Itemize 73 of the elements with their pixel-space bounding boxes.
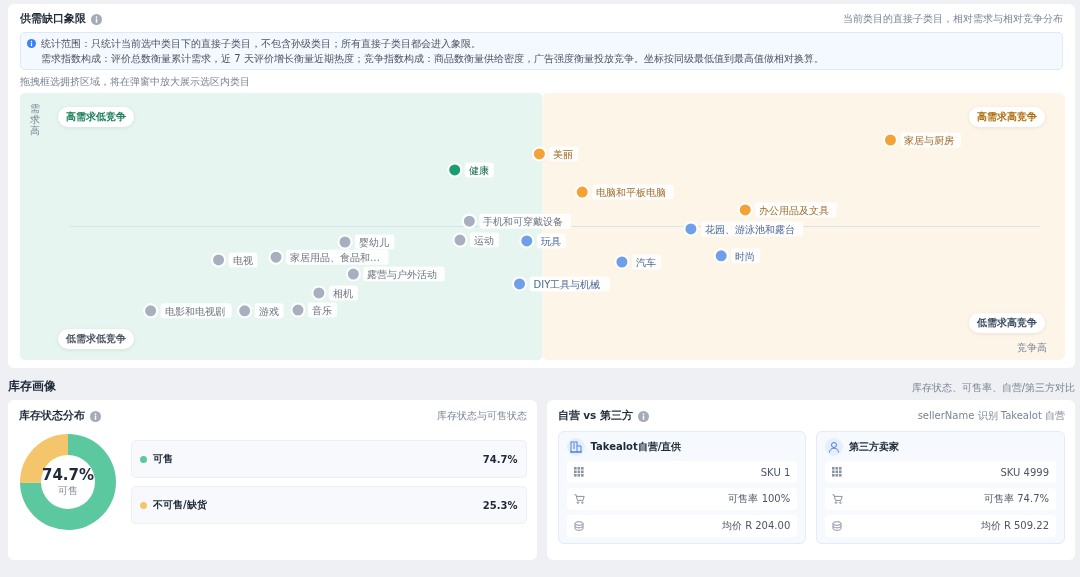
cart-icon — [573, 494, 585, 504]
category-label: 办公用品及文具 — [755, 202, 837, 218]
panel-title: Takealot自营/直供 — [590, 440, 682, 454]
axis-label: 需求高 — [30, 103, 40, 136]
grid-icon — [832, 467, 843, 477]
category-label: 家居与厨房 — [900, 132, 961, 148]
category-label: 电影和电视剧 — [160, 303, 232, 319]
person-icon — [825, 438, 844, 456]
cart-icon — [832, 494, 844, 504]
category-dot[interactable] — [337, 234, 353, 250]
category-dot[interactable] — [574, 184, 590, 200]
category-dot[interactable] — [737, 202, 753, 218]
category-label: 花园、游泳池和露台 — [700, 221, 804, 237]
category-label: 电视 — [228, 252, 258, 268]
category-label: 健康 — [464, 162, 494, 178]
card-subtitle: 库存状态与可售状态 — [436, 409, 527, 423]
building-icon — [566, 438, 585, 456]
grid-icon — [573, 467, 584, 477]
category-dot[interactable] — [883, 132, 898, 148]
stat-text: SKU 1 — [760, 466, 791, 478]
category-dot[interactable] — [311, 285, 327, 301]
stat-text: SKU 4999 — [1000, 466, 1049, 478]
info-icon[interactable] — [637, 410, 649, 422]
category-label: DIY工具与机械 — [529, 276, 610, 292]
info-text: 统计范围：只统计当前选中类目下的直接子类目，不包含孙级类目；所有直接子类目都会进入象限。 — [41, 37, 482, 50]
quadrant-label: 高需求高竞争 — [969, 107, 1045, 127]
section-subtitle: 库存状态、可售率、自营/第三方对比 — [911, 381, 1075, 395]
stat-text: 可售率 100% — [728, 492, 791, 506]
category-dot[interactable] — [447, 162, 463, 178]
info-icon[interactable] — [91, 13, 102, 25]
card-title: 库存状态分布 — [19, 409, 85, 423]
category-dot[interactable] — [519, 233, 535, 249]
category-dot[interactable] — [211, 252, 227, 268]
category-dot[interactable] — [713, 248, 729, 264]
stat-text: 均价 R 204.00 — [721, 519, 791, 533]
category-dot[interactable] — [614, 254, 630, 270]
hint-text: 拖拽框选拥挤区域，将在弹窗中放大展示选区内类目 — [20, 75, 251, 89]
category-label: 相机 — [328, 285, 358, 301]
category-dot[interactable] — [345, 266, 361, 282]
section-title: 库存画像 — [8, 378, 56, 395]
coins-icon — [573, 521, 584, 531]
donut-value: 74.7% — [41, 466, 94, 484]
category-dot[interactable] — [290, 302, 306, 318]
legend-value: 25.3% — [482, 499, 518, 511]
legend-label: 不可售/缺货 — [153, 498, 207, 512]
axis-label: 竞争高 — [1017, 341, 1047, 355]
stat-text: 可售率 74.7% — [984, 492, 1049, 506]
info-icon — [27, 39, 36, 48]
category-label: 时尚 — [731, 248, 761, 264]
info-icon[interactable] — [90, 410, 101, 422]
stat-text: 均价 R 509.22 — [980, 519, 1049, 533]
info-text: 需求指数构成：评价总数衡量累计需求，近 7 天评价增长衡量近期热度；竞争指数构成：商品数衡量供给密度，广告强度衡量投放竞争。坐标按同级最低值到最高值做相对换算。 — [41, 52, 824, 65]
donut-label: 可售 — [58, 484, 78, 498]
category-label: 游戏 — [254, 303, 284, 319]
card-title: 供需缺口象限 — [20, 12, 86, 26]
quadrant-label: 低需求低竞争 — [58, 329, 134, 349]
legend-value: 74.7% — [482, 453, 518, 465]
category-dot[interactable] — [268, 249, 284, 265]
quadrant-label: 高需求低竞争 — [58, 107, 134, 127]
card-subtitle: 当前类目的直接子类目，相对需求与相对竞争分布 — [843, 12, 1063, 26]
category-label: 玩具 — [536, 233, 566, 249]
category-dot[interactable] — [452, 232, 468, 248]
category-dot[interactable] — [683, 221, 699, 237]
card-subtitle: sellerName 识别 Takealot 自营 — [917, 409, 1065, 423]
coins-icon — [832, 521, 843, 531]
quadrant-label: 低需求高竞争 — [969, 313, 1045, 333]
card-title: 自营 vs 第三方 — [557, 409, 633, 423]
category-dot[interactable] — [531, 146, 547, 162]
category-label: 美丽 — [549, 146, 579, 162]
category-dot[interactable] — [512, 276, 527, 292]
category-label: 婴幼儿 — [355, 234, 395, 250]
legend-label: 可售 — [153, 452, 173, 466]
panel-title: 第三方卖家 — [849, 440, 900, 454]
